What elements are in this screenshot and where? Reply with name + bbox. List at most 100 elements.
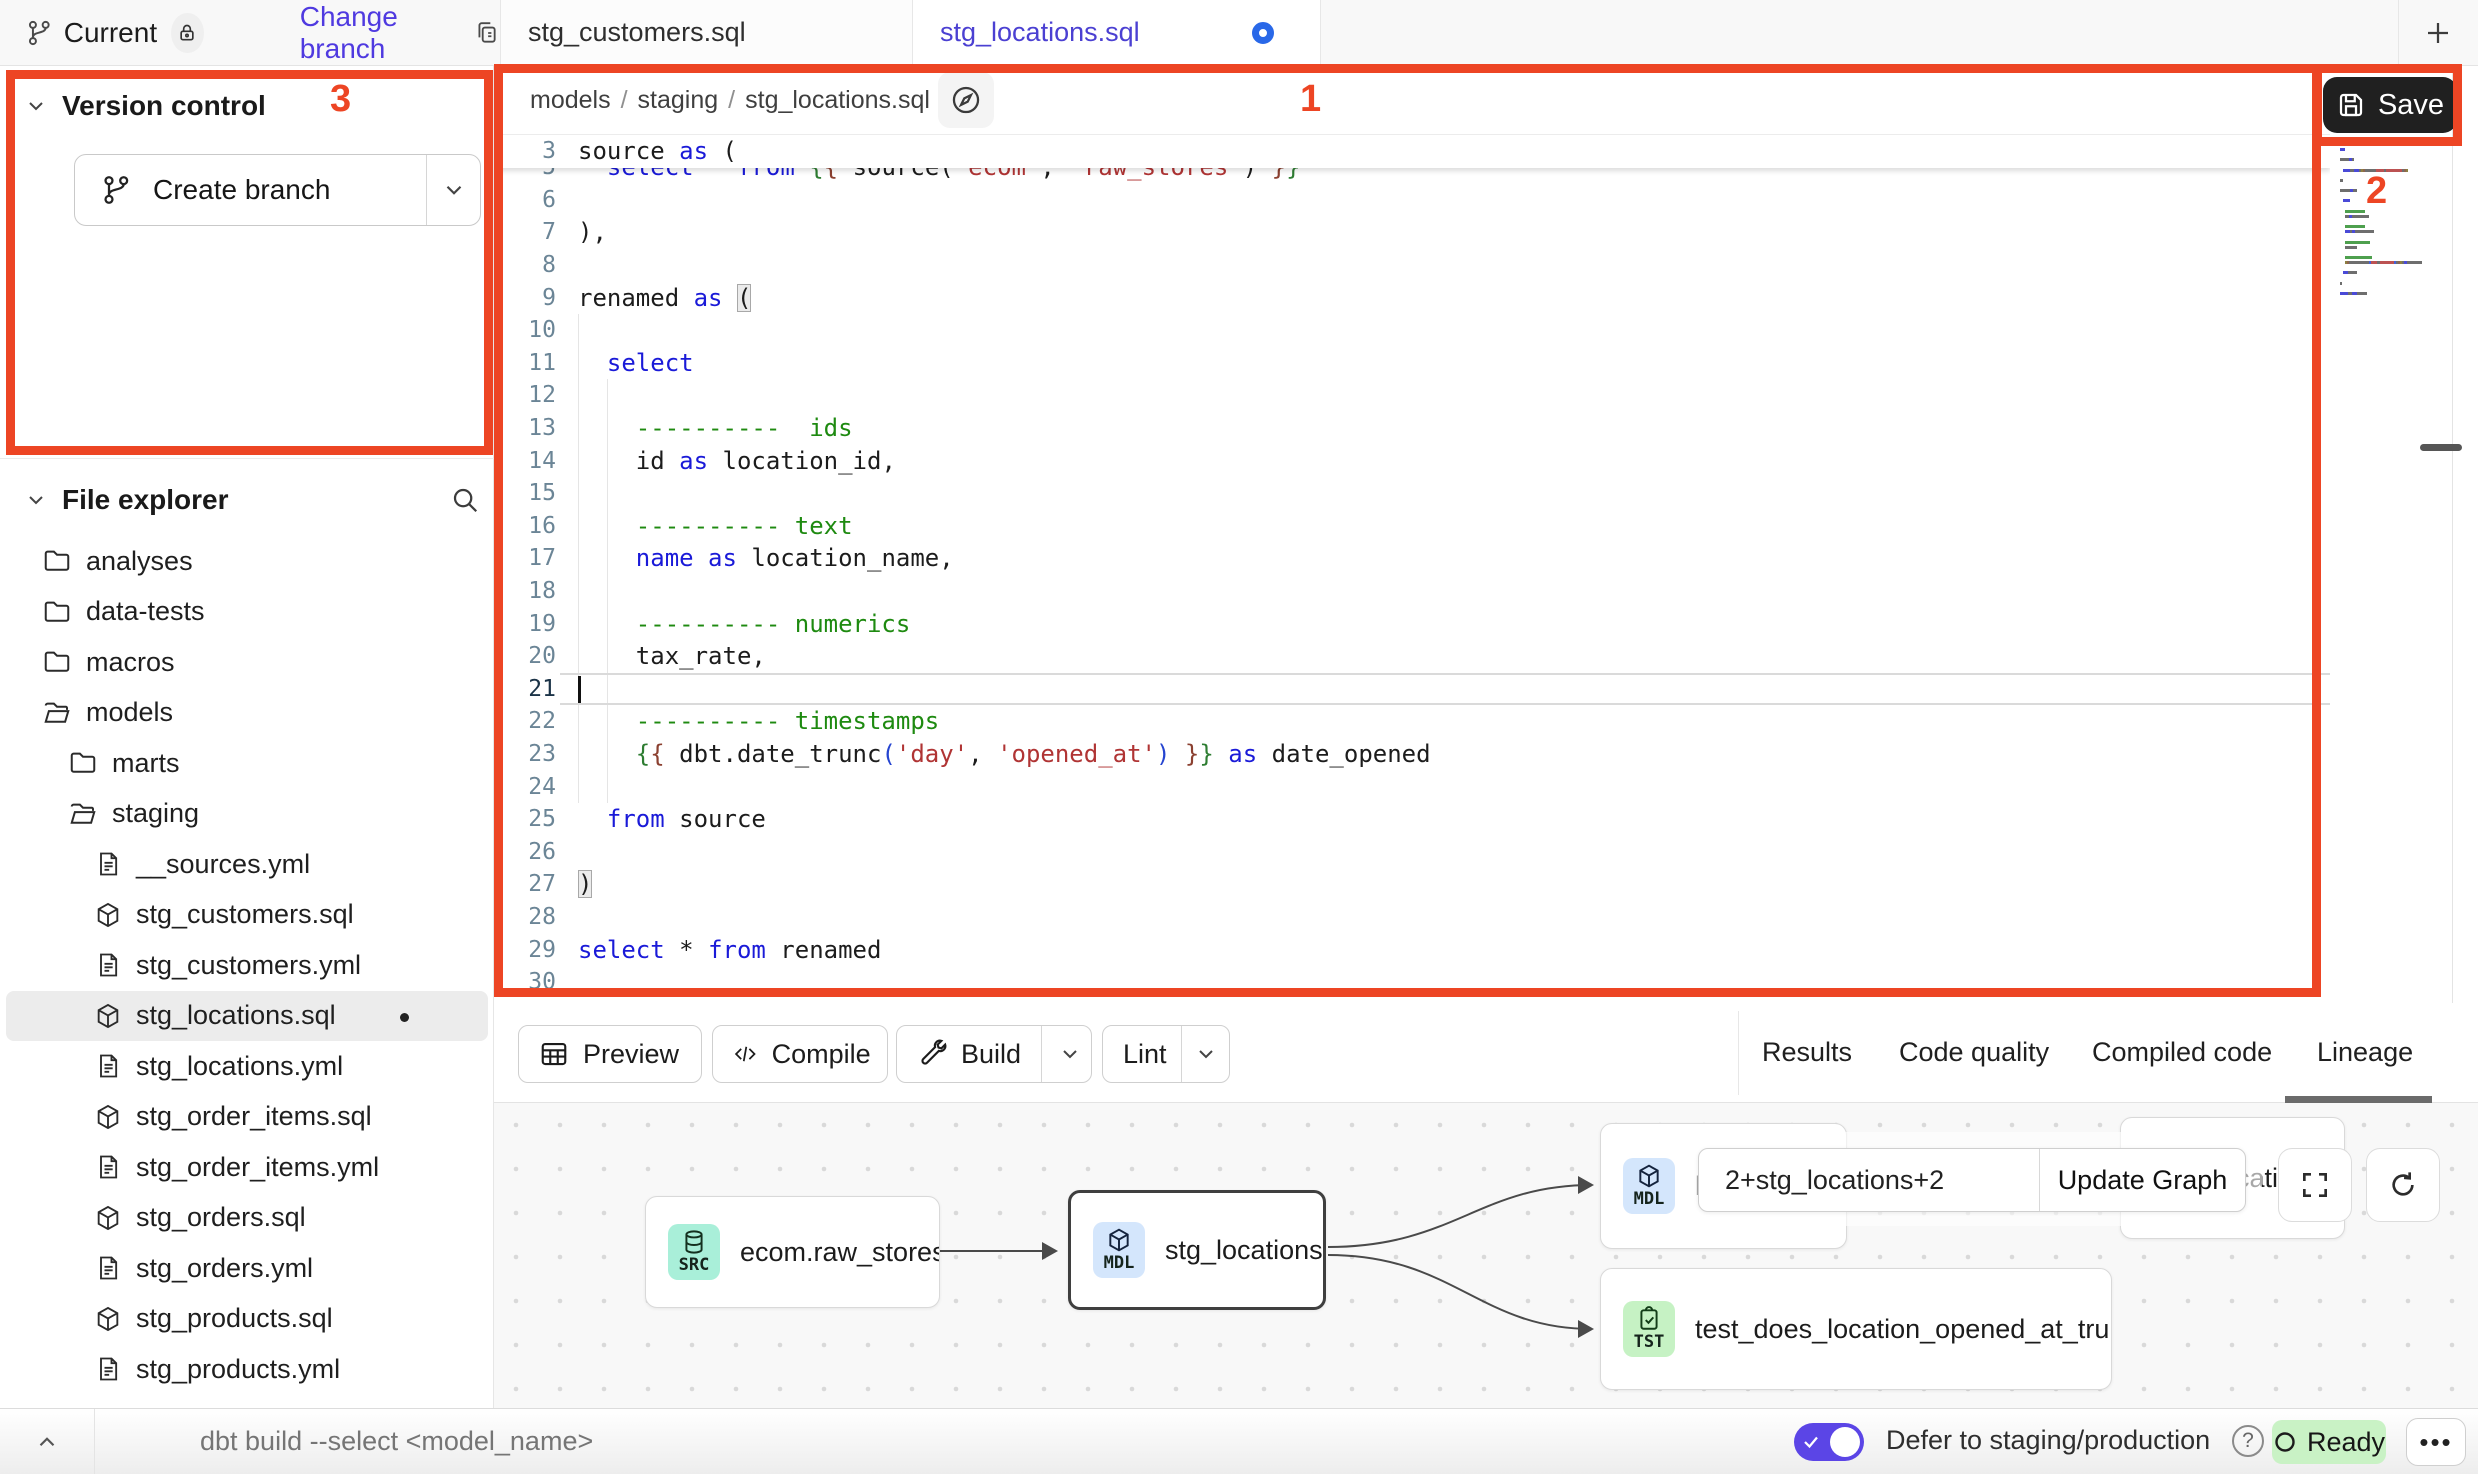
file-item-stg_order_items.yml[interactable]: stg_order_items.yml bbox=[6, 1142, 488, 1193]
compile-button[interactable]: Compile bbox=[712, 1025, 888, 1083]
model-file-icon bbox=[94, 901, 122, 929]
file-item-data-tests[interactable]: data-tests bbox=[6, 587, 488, 638]
code-line-19[interactable]: 19 ---------- numerics bbox=[494, 607, 2330, 640]
code-minimap[interactable] bbox=[2340, 148, 2446, 302]
code-line-15[interactable]: 15 bbox=[494, 477, 2330, 510]
help-icon[interactable]: ? bbox=[2232, 1425, 2264, 1457]
lint-dropdown[interactable] bbox=[1181, 1026, 1230, 1082]
file-explorer-header[interactable]: File explorer bbox=[0, 478, 494, 522]
code-text: renamed as ( bbox=[578, 284, 751, 312]
code-line-30[interactable]: 30 bbox=[494, 966, 2330, 997]
update-graph-button[interactable]: Update Graph bbox=[2039, 1149, 2245, 1211]
change-branch-link[interactable]: Change branch bbox=[300, 1, 456, 65]
lint-main[interactable]: Lint bbox=[1103, 1026, 1181, 1082]
lineage-node-ecom.raw_stores[interactable]: SRCecom.raw_stores bbox=[645, 1196, 940, 1308]
preview-button[interactable]: Preview bbox=[518, 1025, 702, 1083]
lineage-node-stg_locations[interactable]: MDLstg_locations bbox=[1068, 1190, 1326, 1310]
more-options-button[interactable]: ••• bbox=[2406, 1418, 2466, 1466]
code-line-13[interactable]: 13 ---------- ids bbox=[494, 412, 2330, 445]
tab-compiled-code[interactable]: Compiled code bbox=[2092, 1003, 2272, 1102]
file-item-stg_products.sql[interactable]: stg_products.sql bbox=[6, 1294, 488, 1345]
line-number: 20 bbox=[494, 643, 556, 669]
file-item-stg_locations.yml[interactable]: stg_locations.yml bbox=[6, 1041, 488, 1092]
tab-results[interactable]: Results bbox=[1762, 1003, 1852, 1102]
code-line-18[interactable]: 18 bbox=[494, 575, 2330, 608]
code-line-24[interactable]: 24 bbox=[494, 770, 2330, 803]
version-control-header[interactable]: Version control bbox=[0, 84, 494, 128]
file-item-__sources.yml[interactable]: __sources.yml bbox=[6, 839, 488, 890]
panel-resize-handle[interactable] bbox=[2420, 444, 2462, 451]
search-icon[interactable] bbox=[450, 485, 480, 515]
file-item-stg_customers.sql[interactable]: stg_customers.sql bbox=[6, 890, 488, 941]
build-button[interactable]: Build bbox=[896, 1025, 1092, 1083]
file-item-models[interactable]: models bbox=[6, 688, 488, 739]
check-icon bbox=[1802, 1433, 1820, 1451]
tab-stg-customers[interactable]: stg_customers.sql bbox=[500, 0, 912, 65]
code-line-21[interactable]: 21 bbox=[494, 673, 2330, 706]
status-circle-icon bbox=[2273, 1430, 2297, 1454]
folder-icon bbox=[42, 597, 72, 627]
sidebar: Version control Create branch File explo… bbox=[0, 66, 494, 1408]
code-line-6[interactable]: 6 bbox=[494, 184, 2330, 217]
code-line-7[interactable]: 7), bbox=[494, 216, 2330, 249]
file-item-stg_customers.yml[interactable]: stg_customers.yml bbox=[6, 940, 488, 991]
tab-stg-locations[interactable]: stg_locations.sql bbox=[912, 0, 1320, 65]
code-line-11[interactable]: 11 select bbox=[494, 347, 2330, 380]
create-branch-main[interactable]: Create branch bbox=[75, 155, 426, 225]
code-line-23[interactable]: 23 {{ dbt.date_trunc('day', 'opened_at')… bbox=[494, 738, 2330, 771]
copilot-inline-button[interactable] bbox=[938, 72, 994, 128]
build-main[interactable]: Build bbox=[897, 1026, 1041, 1082]
file-item-stg_products.yml[interactable]: stg_products.yml bbox=[6, 1344, 488, 1395]
code-line-27[interactable]: 27) bbox=[494, 868, 2330, 901]
code-editor[interactable]: models/staging/stg_locations.sql 5 selec… bbox=[494, 66, 2330, 997]
create-branch-button[interactable]: Create branch bbox=[74, 154, 481, 226]
code-line-10[interactable]: 10 bbox=[494, 314, 2330, 347]
save-button[interactable]: Save bbox=[2323, 77, 2457, 133]
file-item-stg_orders.yml[interactable]: stg_orders.yml bbox=[6, 1243, 488, 1294]
code-line-26[interactable]: 26 bbox=[494, 835, 2330, 868]
code-line-8[interactable]: 8 bbox=[494, 249, 2330, 282]
code-line-14[interactable]: 14 id as location_id, bbox=[494, 444, 2330, 477]
breadcrumb-staging: staging bbox=[638, 86, 719, 114]
file-item-stg_locations.sql[interactable]: stg_locations.sql bbox=[6, 991, 488, 1042]
file-item-stg_orders.sql[interactable]: stg_orders.sql bbox=[6, 1193, 488, 1244]
create-branch-dropdown[interactable] bbox=[426, 155, 480, 225]
tab-lineage[interactable]: Lineage bbox=[2317, 1003, 2413, 1102]
defer-toggle[interactable] bbox=[1794, 1423, 1864, 1461]
fullscreen-button[interactable] bbox=[2278, 1148, 2352, 1222]
refresh-button[interactable] bbox=[2366, 1148, 2440, 1222]
copy-icon[interactable] bbox=[474, 17, 500, 49]
code-line-28[interactable]: 28 bbox=[494, 901, 2330, 934]
sticky-code-line: 3source as ( bbox=[494, 135, 2330, 168]
file-label: stg_orders.sql bbox=[136, 1202, 306, 1233]
file-label: models bbox=[86, 697, 173, 728]
code-line-20[interactable]: 20 tax_rate, bbox=[494, 640, 2330, 673]
code-line-29[interactable]: 29select * from renamed bbox=[494, 933, 2330, 966]
expand-command-bar-button[interactable] bbox=[0, 1409, 95, 1474]
lineage-node-test_does_location_opened_at_trunc_t...[interactable]: TSTtest_does_location_opened_at_trunc_t.… bbox=[1600, 1268, 2112, 1390]
file-item-staging[interactable]: staging bbox=[6, 789, 488, 840]
code-line-22[interactable]: 22 ---------- timestamps bbox=[494, 705, 2330, 738]
line-number: 13 bbox=[494, 415, 556, 441]
lineage-selector-input[interactable] bbox=[1699, 1149, 2039, 1211]
build-dropdown[interactable] bbox=[1041, 1026, 1098, 1082]
status-bar: Defer to staging/production ? Ready ••• bbox=[0, 1408, 2478, 1474]
code-line-17[interactable]: 17 name as location_name, bbox=[494, 542, 2330, 575]
code-line-25[interactable]: 25 from source bbox=[494, 803, 2330, 836]
code-line-12[interactable]: 12 bbox=[494, 379, 2330, 412]
code-line-16[interactable]: 16 ---------- text bbox=[494, 510, 2330, 543]
new-tab-button[interactable] bbox=[2398, 0, 2478, 65]
file-item-analyses[interactable]: analyses bbox=[6, 536, 488, 587]
code-area[interactable]: 5 select * from {{ source('ecom', 'raw_s… bbox=[494, 135, 2330, 997]
file-item-macros[interactable]: macros bbox=[6, 637, 488, 688]
tab-code-quality[interactable]: Code quality bbox=[1899, 1003, 2049, 1102]
git-branch-icon bbox=[26, 16, 54, 50]
file-item-marts[interactable]: marts bbox=[6, 738, 488, 789]
file-item-stg_order_items.sql[interactable]: stg_order_items.sql bbox=[6, 1092, 488, 1143]
ready-status-badge[interactable]: Ready bbox=[2272, 1420, 2386, 1464]
command-input[interactable] bbox=[95, 1409, 1595, 1474]
code-line-9[interactable]: 9renamed as ( bbox=[494, 281, 2330, 314]
lint-button[interactable]: Lint bbox=[1102, 1025, 1230, 1083]
node-badge: MDL bbox=[1093, 1222, 1145, 1278]
lineage-graph[interactable]: SRCecom.raw_storesMDLstg_locationsMDLloc… bbox=[494, 1103, 2478, 1408]
